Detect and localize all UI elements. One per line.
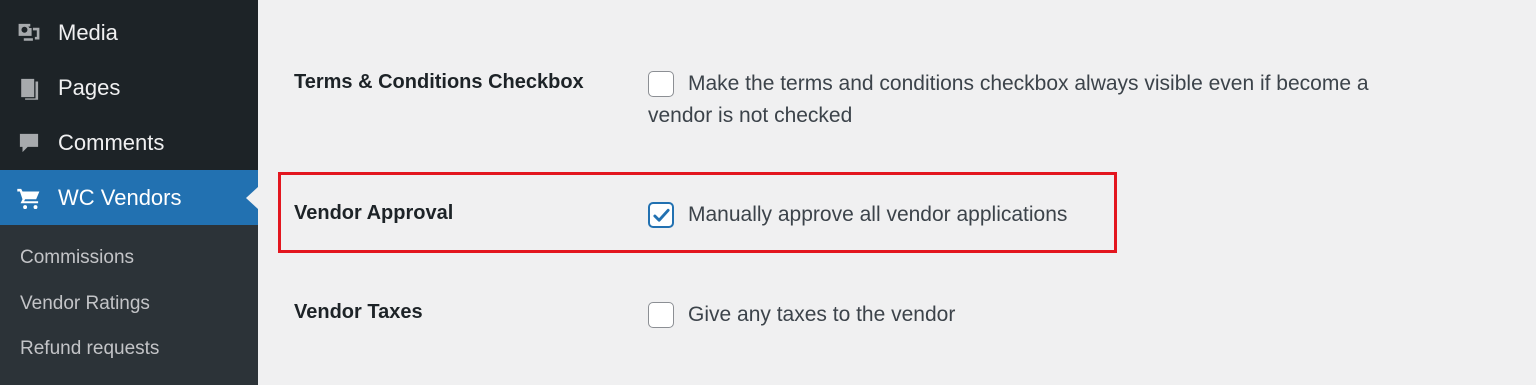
pages-icon	[16, 75, 42, 101]
menu-item-label: Media	[58, 19, 118, 45]
cart-icon	[16, 185, 42, 211]
comments-icon	[16, 130, 42, 156]
terms-option-text-line1: Make the terms and conditions checkbox a…	[688, 72, 1369, 95]
give-taxes-checkbox[interactable]	[648, 302, 674, 328]
menu-item-label: Pages	[58, 74, 121, 100]
vendor-taxes-option-text: Give any taxes to the vendor	[688, 303, 956, 326]
submenu-item-commissions[interactable]: Commissions	[20, 247, 134, 269]
menu-item-pages[interactable]: Pages	[0, 60, 258, 115]
terms-visible-checkbox[interactable]	[648, 71, 674, 97]
menu-item-comments[interactable]: Comments	[0, 115, 258, 170]
menu-item-wc-vendors[interactable]: WC Vendors	[0, 170, 258, 225]
manual-approve-checkbox[interactable]	[648, 202, 674, 228]
active-arrow-indicator	[246, 187, 258, 209]
terms-option-text-line2: vendor is not checked	[648, 104, 853, 127]
submenu-item-refund-requests[interactable]: Refund requests	[20, 338, 159, 360]
checkmark-icon	[653, 208, 670, 222]
admin-sidebar: Media Pages Comments WC Vendors Commissi…	[0, 0, 258, 385]
menu-item-label: WC Vendors	[58, 184, 182, 210]
vendor-approval-label: Vendor Approval	[294, 202, 454, 224]
menu-item-label: Comments	[58, 129, 165, 155]
menu-item-media[interactable]: Media	[0, 5, 258, 60]
vendor-taxes-label: Vendor Taxes	[294, 301, 423, 323]
wc-vendors-submenu: Commissions Vendor Ratings Refund reques…	[0, 225, 258, 385]
terms-checkbox-setting-label: Terms & Conditions Checkbox	[294, 71, 584, 93]
submenu-item-vendor-ratings[interactable]: Vendor Ratings	[20, 293, 150, 315]
vendor-approval-option-text: Manually approve all vendor applications	[688, 203, 1068, 226]
media-icon	[16, 20, 42, 46]
